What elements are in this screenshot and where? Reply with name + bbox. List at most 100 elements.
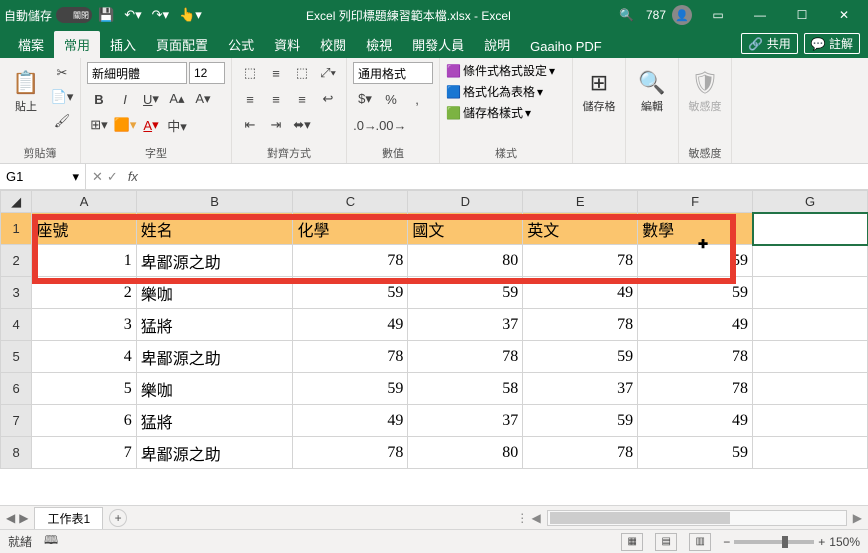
name-box[interactable]: G1▾ [0,164,86,189]
select-all-triangle[interactable]: ◢ [1,191,32,213]
cell[interactable]: 78 [523,245,638,277]
redo-icon[interactable]: ↷▾ [152,7,169,23]
cell[interactable]: 59 [638,277,753,309]
cell[interactable]: 78 [638,341,753,373]
cell[interactable]: 5 [32,373,136,405]
cell[interactable]: 78 [293,245,408,277]
cell[interactable]: 1 [32,245,136,277]
header-cell[interactable]: 姓名 [136,213,293,245]
cell[interactable]: 58 [408,373,523,405]
ribbon-display-icon[interactable]: ▭ [698,0,738,30]
cell[interactable]: 59 [523,405,638,437]
cell[interactable]: 樂咖 [136,277,293,309]
horizontal-scrollbar[interactable] [547,510,847,526]
row-header[interactable]: 7 [1,405,32,437]
percent-icon[interactable]: % [379,88,403,110]
header-cell[interactable]: 數學 [638,213,753,245]
cell[interactable]: 2 [32,277,136,309]
cell[interactable]: 59 [408,277,523,309]
phonetic-icon[interactable]: 中▾ [165,114,189,136]
tab-view[interactable]: 檢視 [356,31,402,58]
grow-font-icon[interactable]: A▴ [165,88,189,110]
col-header-B[interactable]: B [136,191,293,213]
row-header[interactable]: 3 [1,277,32,309]
font-color-icon[interactable]: A▾ [139,114,163,136]
cell[interactable]: 59 [638,437,753,469]
cell[interactable]: 49 [293,405,408,437]
name-box-dropdown-icon[interactable]: ▾ [72,169,79,185]
increase-decimal-icon[interactable]: .0→ [353,114,377,136]
sheet-nav-first-icon[interactable]: ◀ [6,511,15,525]
cell[interactable] [753,341,868,373]
col-header-E[interactable]: E [523,191,638,213]
view-pagelayout-icon[interactable]: ▤ [655,533,677,551]
row-header[interactable]: 2 [1,245,32,277]
orientation-icon[interactable]: ⤢▾ [316,62,340,84]
cell[interactable] [753,437,868,469]
col-header-C[interactable]: C [293,191,408,213]
align-top-icon[interactable]: ⬚ [238,62,262,84]
cell[interactable]: 78 [408,341,523,373]
tab-developer[interactable]: 開發人員 [402,31,474,58]
shrink-font-icon[interactable]: A▾ [191,88,215,110]
minimize-button[interactable]: — [740,0,780,30]
cell[interactable]: 78 [523,437,638,469]
cell[interactable] [753,277,868,309]
comma-icon[interactable]: , [405,88,429,110]
cell[interactable] [753,373,868,405]
user-area[interactable]: 787 👤 [646,5,692,25]
col-header-F[interactable]: F [638,191,753,213]
borders-icon[interactable]: ⊞▾ [87,114,111,136]
copy-icon[interactable]: 📄▾ [50,86,74,108]
row-header[interactable]: 6 [1,373,32,405]
zoom-slider[interactable] [734,540,814,544]
cell[interactable]: 3 [32,309,136,341]
align-right-icon[interactable]: ≡ [290,88,314,110]
zoom-out-button[interactable]: − [723,535,730,549]
row-header[interactable]: 1 [1,213,32,245]
editing-button[interactable]: 🔍編輯 [632,62,672,122]
cell[interactable]: 59 [523,341,638,373]
number-format-select[interactable] [353,62,433,84]
accounting-icon[interactable]: $▾ [353,88,377,110]
bold-button[interactable]: B [87,88,111,110]
tab-formulas[interactable]: 公式 [218,31,264,58]
cell[interactable]: 卑鄙源之助 [136,437,293,469]
align-bottom-icon[interactable]: ⬚ [290,62,314,84]
wrap-text-icon[interactable]: ↩ [316,88,340,110]
paste-button[interactable]: 📋貼上 [6,62,46,122]
cell[interactable]: 59 [638,245,753,277]
cell-styles-button[interactable]: 🟩儲存格樣式▾ [446,104,531,121]
cell[interactable]: 卑鄙源之助 [136,245,293,277]
cell[interactable]: 78 [638,373,753,405]
cell[interactable]: 49 [638,309,753,341]
format-painter-icon[interactable]: 🖌 [50,110,74,132]
col-header-G[interactable]: G [753,191,868,213]
cell[interactable]: 37 [523,373,638,405]
cell[interactable] [753,309,868,341]
cell[interactable]: 78 [293,437,408,469]
zoom-in-button[interactable]: + [818,535,825,549]
cell[interactable]: 6 [32,405,136,437]
cell[interactable]: 卑鄙源之助 [136,341,293,373]
conditional-format-button[interactable]: 🟪條件式格式設定▾ [446,62,555,79]
view-normal-icon[interactable]: ▦ [621,533,643,551]
header-cell[interactable]: 座號 [32,213,136,245]
italic-button[interactable]: I [113,88,137,110]
decrease-decimal-icon[interactable]: .00→ [379,114,403,136]
cancel-formula-icon[interactable]: ✕ [92,169,103,185]
sheet-nav-prev-icon[interactable]: ▶ [19,511,28,525]
cell[interactable]: 80 [408,437,523,469]
cut-icon[interactable]: ✂ [50,62,74,84]
cell[interactable] [753,405,868,437]
save-icon[interactable]: 💾 [98,7,114,23]
cell-G1-selected[interactable] [753,213,868,245]
align-middle-icon[interactable]: ≡ [264,62,288,84]
cell[interactable]: 49 [523,277,638,309]
autosave-toggle[interactable]: 自動儲存 關閉 [4,7,92,24]
tab-file[interactable]: 檔案 [8,31,54,58]
tab-gaaiho[interactable]: Gaaiho PDF [520,35,612,58]
cell[interactable]: 37 [408,309,523,341]
row-header[interactable]: 4 [1,309,32,341]
col-header-A[interactable]: A [32,191,136,213]
